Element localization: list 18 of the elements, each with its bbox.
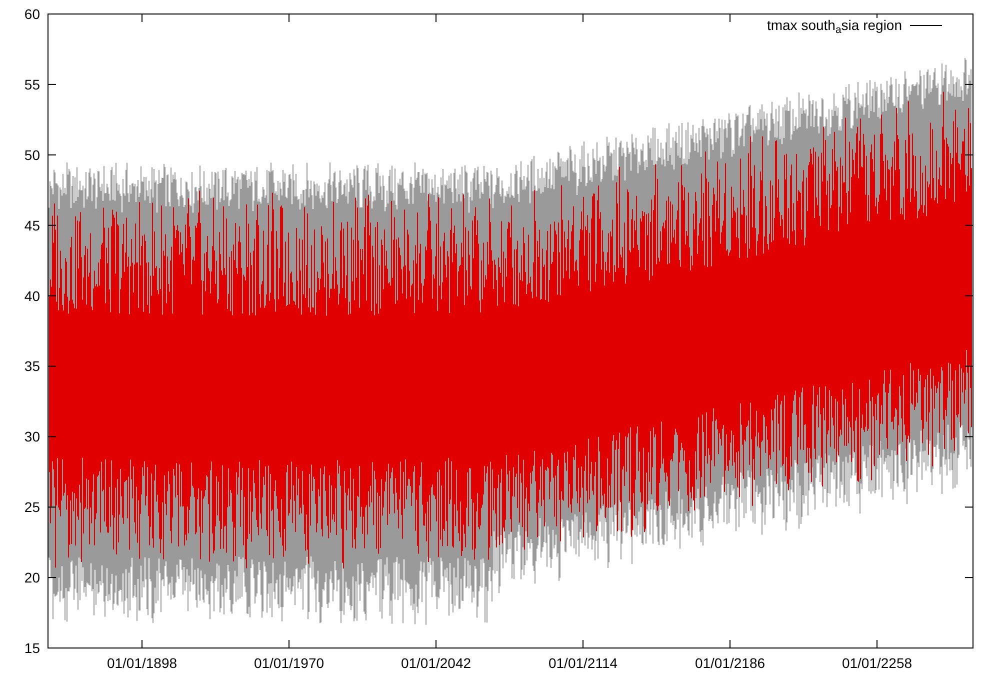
- y-tick-label: 30: [24, 428, 40, 445]
- y-tick-label: 40: [24, 288, 40, 304]
- legend-label: tmax south$_{a}$sia region: [766, 18, 902, 32]
- x-tick-label: 01/01/2258: [842, 655, 912, 671]
- x-tick-label: 01/01/2114: [548, 655, 618, 671]
- y-tick-label: 60: [24, 6, 40, 22]
- x-tick-label: 01/01/2042: [400, 655, 472, 671]
- x-tick-label: 01/01/1970: [254, 655, 324, 671]
- y-tick-label: 50: [24, 146, 40, 163]
- y-tick-label: 45: [24, 217, 40, 234]
- y-tick-label: 35: [24, 358, 40, 374]
- y-tick-label: 55: [24, 76, 40, 92]
- x-tick-label: 01/01/2186: [694, 655, 766, 671]
- y-tick-label: 15: [24, 640, 40, 656]
- legend-line: [910, 24, 942, 26]
- y-tick-label: 25: [24, 499, 40, 516]
- y-tick-label: 20: [24, 570, 40, 586]
- x-tick-label: 01/01/1898: [106, 655, 178, 671]
